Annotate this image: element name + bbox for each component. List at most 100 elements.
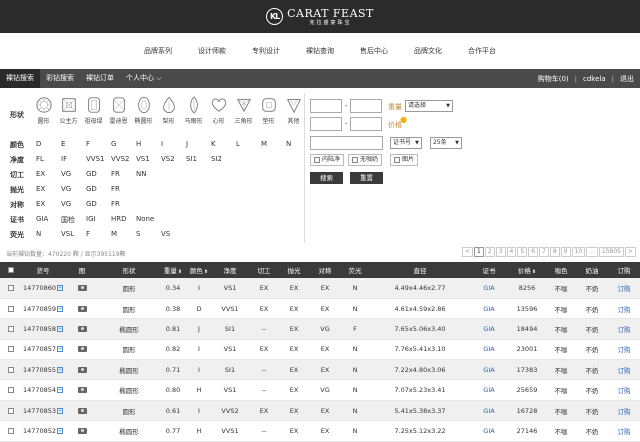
- shape-radiant[interactable]: 雷迪恩: [106, 95, 131, 125]
- color-option[interactable]: N: [286, 140, 311, 148]
- cell-order[interactable]: 订购: [608, 400, 640, 422]
- row-checkbox[interactable]: [0, 359, 22, 381]
- page-button[interactable]: 5: [517, 247, 528, 257]
- cert-option[interactable]: HRD: [111, 215, 136, 225]
- cart-link[interactable]: 购物车(0): [532, 74, 575, 84]
- tab-color-diamond-search[interactable]: 彩钻搜索: [40, 69, 80, 88]
- cell-cert[interactable]: GIA: [470, 318, 508, 340]
- expand-plus-icon[interactable]: +: [57, 427, 64, 434]
- cert-option[interactable]: 国检: [61, 215, 86, 225]
- nav-item-partners[interactable]: 合作平台: [459, 46, 505, 56]
- color-option[interactable]: J: [186, 140, 211, 148]
- col-price[interactable]: 价格⬍: [508, 262, 546, 278]
- brand-logo[interactable]: KL CARAT FEAST 克拉盛宴珠宝: [266, 8, 374, 26]
- clarity-option[interactable]: IF: [61, 155, 86, 163]
- table-row[interactable]: 14770858 + 椭圆形 0.81 J SI1 -- EX VG F 7.65x5.06x3.4…: [0, 318, 640, 340]
- polish-option[interactable]: EX: [36, 185, 61, 193]
- page-button[interactable]: 7: [539, 247, 549, 257]
- cut-option[interactable]: NN: [136, 170, 161, 178]
- cert-option[interactable]: IGI: [86, 215, 111, 225]
- cell-image[interactable]: [64, 359, 100, 381]
- page-button[interactable]: 1: [474, 247, 484, 257]
- page-button[interactable]: 9: [560, 247, 571, 257]
- table-row[interactable]: 14770857 + 圆形 0.82 I VS1 EX EX EX N 7.76x5.41x3.10…: [0, 339, 640, 361]
- color-option[interactable]: M: [261, 140, 286, 148]
- expand-plus-icon[interactable]: +: [57, 325, 64, 332]
- page-button[interactable]: 15805: [598, 247, 624, 257]
- color-option[interactable]: F: [86, 140, 111, 148]
- page-button[interactable]: 2: [484, 247, 495, 257]
- color-option[interactable]: L: [236, 140, 261, 148]
- expand-plus-icon[interactable]: +: [57, 284, 64, 291]
- cell-cert[interactable]: GIA: [470, 379, 508, 401]
- logout-link[interactable]: 退出: [614, 74, 640, 84]
- cell-image[interactable]: [64, 400, 100, 422]
- clarity-option[interactable]: FL: [36, 155, 61, 163]
- price-max-input[interactable]: [350, 117, 382, 131]
- cut-option[interactable]: FR: [111, 170, 136, 178]
- table-row[interactable]: 14770855 + 椭圆形 0.71 I SI1 -- EX EX N 7.22x4.80x3.0…: [0, 359, 640, 381]
- weight-select[interactable]: 请选择 ▼: [405, 100, 453, 112]
- cell-cert[interactable]: GIA: [470, 359, 508, 381]
- clarity-option[interactable]: SI2: [211, 155, 236, 163]
- cell-cert[interactable]: GIA: [470, 400, 508, 422]
- symmetry-option[interactable]: GD: [86, 200, 111, 208]
- expand-plus-icon[interactable]: +: [57, 407, 64, 414]
- tab-diamond-orders[interactable]: 裸钻订单: [80, 69, 120, 88]
- expand-plus-icon[interactable]: +: [57, 366, 64, 373]
- cut-option[interactable]: VG: [61, 170, 86, 178]
- cell-order[interactable]: 订购: [608, 298, 640, 320]
- shape-marquise[interactable]: 马眼形: [181, 95, 206, 125]
- page-button[interactable]: 8: [549, 247, 560, 257]
- prev-page-button[interactable]: <: [462, 247, 474, 257]
- col-color[interactable]: 颜色⬍: [188, 262, 210, 278]
- nav-item-brand-culture[interactable]: 品牌文化: [405, 46, 451, 56]
- color-option[interactable]: E: [61, 140, 86, 148]
- domestic-checkbox[interactable]: 内陆净: [310, 154, 345, 166]
- user-link[interactable]: cdkela: [577, 75, 612, 83]
- symmetry-option[interactable]: VG: [61, 200, 86, 208]
- clarity-option[interactable]: VS2: [161, 155, 186, 163]
- polish-option[interactable]: VG: [61, 185, 86, 193]
- no-milk-checkbox[interactable]: 无咖奶: [348, 154, 383, 166]
- col-weight[interactable]: 重量⬍: [158, 262, 188, 278]
- cell-cert[interactable]: GIA: [470, 278, 508, 299]
- cut-option[interactable]: GD: [86, 170, 111, 178]
- page-button[interactable]: 6: [528, 247, 539, 257]
- symmetry-option[interactable]: FR: [111, 200, 136, 208]
- cell-order[interactable]: 订购: [608, 420, 640, 442]
- table-row[interactable]: 14770852 + 椭圆形 0.77 H VVS1 -- EX EX N 7.25x5.12x3.…: [0, 420, 640, 442]
- cell-order[interactable]: 订购: [608, 278, 640, 299]
- cell-order[interactable]: 订购: [608, 318, 640, 340]
- cell-cert[interactable]: GIA: [470, 420, 508, 442]
- tab-personal-center[interactable]: 个人中心 ⌵: [120, 69, 168, 88]
- row-checkbox[interactable]: [0, 339, 22, 361]
- polish-option[interactable]: FR: [111, 185, 136, 193]
- fluor-option[interactable]: M: [111, 230, 136, 238]
- clarity-option[interactable]: VVS1: [86, 155, 111, 163]
- cert-option[interactable]: GIA: [36, 215, 61, 225]
- shape-heart[interactable]: 心形: [206, 95, 231, 125]
- row-checkbox[interactable]: [0, 278, 22, 299]
- cell-order[interactable]: 订购: [608, 359, 640, 381]
- shape-emerald[interactable]: 祖母绿: [81, 95, 106, 125]
- cert-option[interactable]: None: [136, 215, 161, 225]
- color-option[interactable]: G: [111, 140, 136, 148]
- shape-cushion[interactable]: 垫形: [256, 95, 281, 125]
- nav-item-brand-series[interactable]: 品牌系列: [135, 46, 181, 56]
- next-page-button[interactable]: >: [624, 247, 636, 257]
- select-all-checkbox[interactable]: [0, 262, 22, 278]
- row-checkbox[interactable]: [0, 379, 22, 401]
- cell-cert[interactable]: GIA: [470, 298, 508, 320]
- cell-order[interactable]: 订购: [608, 339, 640, 361]
- color-option[interactable]: D: [36, 140, 61, 148]
- cell-image[interactable]: [64, 339, 100, 361]
- nav-item-patent[interactable]: 专利设计: [243, 46, 289, 56]
- fluor-option[interactable]: VS: [161, 230, 186, 238]
- shape-princess[interactable]: 公主方: [56, 95, 81, 125]
- row-checkbox[interactable]: [0, 400, 22, 422]
- fluor-option[interactable]: S: [136, 230, 161, 238]
- col-sku[interactable]: 货号: [22, 262, 64, 278]
- tab-diamond-search[interactable]: 裸钻搜索: [0, 69, 40, 88]
- table-row[interactable]: 14770853 + 圆形 0.61 I VVS2 EX EX EX N 5.41x5.38x3.3…: [0, 400, 640, 422]
